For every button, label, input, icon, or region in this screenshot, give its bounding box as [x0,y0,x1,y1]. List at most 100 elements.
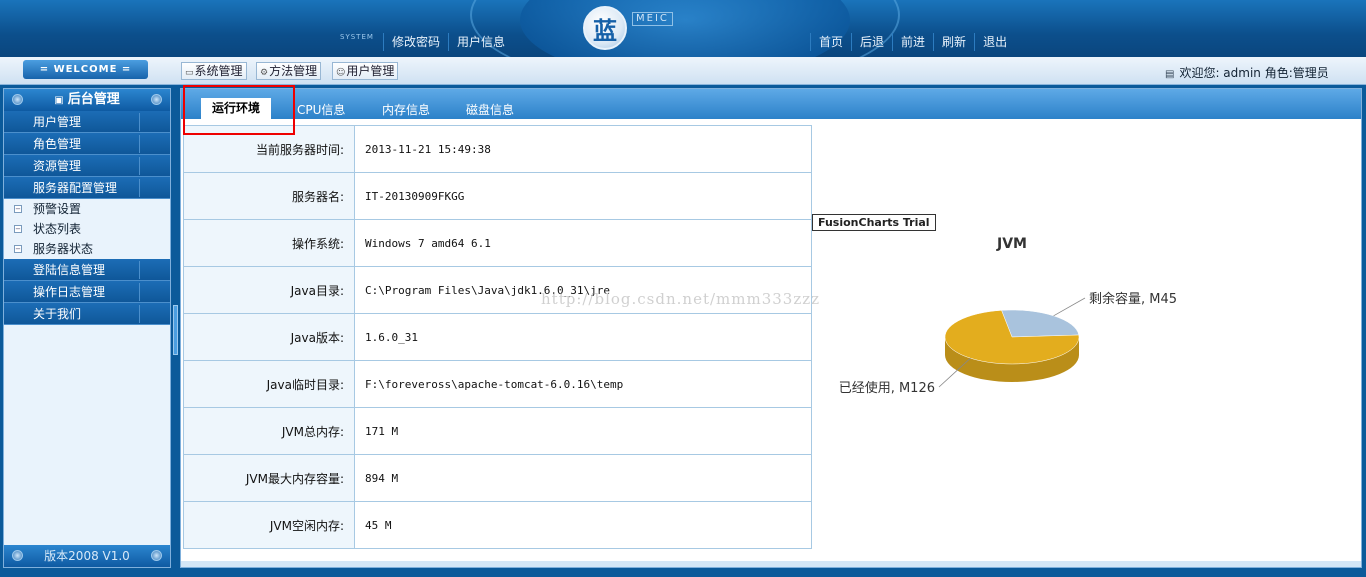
tree-collapse-icon: − [14,225,22,233]
sidebar-item-label: 状态列表 [33,222,82,236]
version-label: 版本2008 V1.0 [44,549,130,563]
system-label: SYSTEM [340,33,374,41]
sidebar-title-icon: ▣ [54,95,64,106]
app-header: SYSTEM 修改密码 用户信息 蓝 MEIC 首页 后退 前进 刷新 退出 [0,0,1366,57]
sidebar-item[interactable]: 用户管理 [4,111,170,133]
user-info-link[interactable]: 用户信息 [448,33,513,51]
tree-collapse-icon: − [14,205,22,213]
sidebar-header-dot-icon [151,94,162,105]
sidebar-subitem[interactable]: − 服务器状态 [4,239,170,259]
row-label: Java临时目录: [183,360,355,408]
logout-link[interactable]: 退出 [974,33,1015,51]
sidebar-subitem[interactable]: − 状态列表 [4,219,170,239]
table-row: Java临时目录: F:\foreveross\apache-tomcat-6.0… [183,360,812,408]
row-value: IT-20130909FKGG [354,172,812,220]
table-row: JVM空闲内存: 45 M [183,501,812,549]
sidebar-header: ▣ 后台管理 [4,89,170,111]
main-bottom-bar [181,561,1361,567]
sidebar-splitter-handle[interactable] [173,305,178,355]
leader-line [1053,297,1086,317]
row-label: 服务器名: [183,172,355,220]
sidebar-menu: 用户管理 角色管理 资源管理 服务器配置管理 − 预警设置 − 状态列表 − 服务器状态 登陆信息管… [4,111,170,325]
data-label: 剩余容量, M45 [1089,291,1177,307]
logo: 蓝 [583,6,627,50]
sidebar-item[interactable]: 操作日志管理 [4,281,170,303]
row-label: Java版本: [183,313,355,361]
welcome-banner: = WELCOME = [23,60,148,79]
sidebar-item[interactable]: 资源管理 [4,155,170,177]
sidebar-item-label: 服务器配置管理 [33,181,118,195]
method-management-button[interactable]: ⚙方法管理 [256,62,322,80]
table-row: 服务器名: IT-20130909FKGG [183,172,812,220]
sidebar-title: 后台管理 [67,92,120,107]
row-value: F:\foreveross\apache-tomcat-6.0.16\temp [354,360,812,408]
table-row: Java版本: 1.6.0_31 [183,313,812,361]
row-value: C:\Program Files\Java\jdk1.6.0_31\jre [354,266,812,314]
pie-slice[interactable] [1001,309,1080,338]
sidebar-item-label: 登陆信息管理 [33,263,106,277]
row-value: 2013-11-21 15:49:38 [354,125,812,173]
row-value: 1.6.0_31 [354,313,812,361]
tab-bar: 运行环境 CPU信息 内存信息 磁盘信息 [181,89,1361,119]
logo-subtitle: MEIC [632,12,673,26]
toolbar: = WELCOME = ▭系统管理 ⚙方法管理 ☺用户管理 ▤ 欢迎您: admi… [0,57,1366,85]
table-row: Java目录: C:\Program Files\Java\jdk1.6.0_31… [183,266,812,314]
user-management-label: 用户管理 [346,64,395,78]
user-card-icon: ▤ [1165,69,1175,80]
sidebar-item-label: 关于我们 [33,307,82,321]
sidebar-item[interactable]: 角色管理 [4,133,170,155]
sidebar-subitem[interactable]: − 预警设置 [4,199,170,219]
sidebar-item-label: 角色管理 [33,137,82,151]
refresh-link[interactable]: 刷新 [933,33,974,51]
user-management-button[interactable]: ☺用户管理 [332,62,399,80]
tab-memory-info[interactable]: 内存信息 [382,101,430,119]
table-row: 操作系统: Windows 7 amd64 6.1 [183,219,812,267]
sidebar-item[interactable]: 服务器配置管理 [4,177,170,199]
highlight-annotation-box [183,85,295,135]
tab-cpu-info[interactable]: CPU信息 [297,101,345,119]
system-management-label: 系统管理 [194,64,243,78]
main-panel: 运行环境 CPU信息 内存信息 磁盘信息 当前服务器时间: 2013-11-21 … [180,88,1362,568]
forward-link[interactable]: 前进 [892,33,933,51]
row-label: Java目录: [183,266,355,314]
row-label: 操作系统: [183,219,355,267]
monitor-icon: ▭ [185,68,194,78]
user-icon: ☺ [336,68,346,78]
row-value: 894 M [354,454,812,502]
row-value: 45 M [354,501,812,549]
runtime-info-table: 当前服务器时间: 2013-11-21 15:49:38 服务器名: IT-20130… [183,125,812,549]
sidebar-item[interactable]: 关于我们 [4,303,170,325]
sidebar-item-label: 服务器状态 [33,242,94,256]
sidebar-item[interactable]: 登陆信息管理 [4,259,170,281]
sidebar: ▣ 后台管理 用户管理 角色管理 资源管理 服务器配置管理 − 预警设置 − 状态列表 − 服务器状… [3,88,171,568]
sidebar-item-label: 用户管理 [33,115,82,129]
gear-icon: ⚙ [260,68,269,78]
sidebar-item-label: 资源管理 [33,159,82,173]
row-value: 171 M [354,407,812,455]
data-label: 已经使用, M126 [839,380,935,396]
logo-char: 蓝 [593,15,617,45]
user-info-text: 欢迎您: admin 角色:管理员 [1179,66,1329,80]
table-row: JVM总内存: 171 M [183,407,812,455]
row-label: JVM最大内存容量: [183,454,355,502]
row-label: JVM空闲内存: [183,501,355,549]
jvm-pie-chart: JVM 剩余容量, M45 已经使用, M126 [839,236,1177,396]
table-row: JVM最大内存容量: 894 M [183,454,812,502]
sidebar-footer-dot-icon [151,550,162,561]
system-management-button[interactable]: ▭系统管理 [181,62,247,80]
sidebar-footer-dot-icon [12,550,23,561]
back-link[interactable]: 后退 [851,33,892,51]
sidebar-item-label: 操作日志管理 [33,285,106,299]
row-value: Windows 7 amd64 6.1 [354,219,812,267]
pie-group: 剩余容量, M45 已经使用, M126 [839,291,1177,396]
top-nav-right: 首页 后退 前进 刷新 退出 [810,33,1015,51]
method-management-label: 方法管理 [269,64,318,78]
home-link[interactable]: 首页 [810,33,851,51]
sidebar-footer: 版本2008 V1.0 [4,545,170,567]
chart-title: JVM [996,236,1027,252]
sidebar-item-label: 预警设置 [33,202,82,216]
sidebar-header-dot-icon [12,94,23,105]
user-info: ▤ 欢迎您: admin 角色:管理员 [1165,64,1329,81]
change-password-link[interactable]: 修改密码 [383,33,448,51]
tab-disk-info[interactable]: 磁盘信息 [466,101,514,119]
